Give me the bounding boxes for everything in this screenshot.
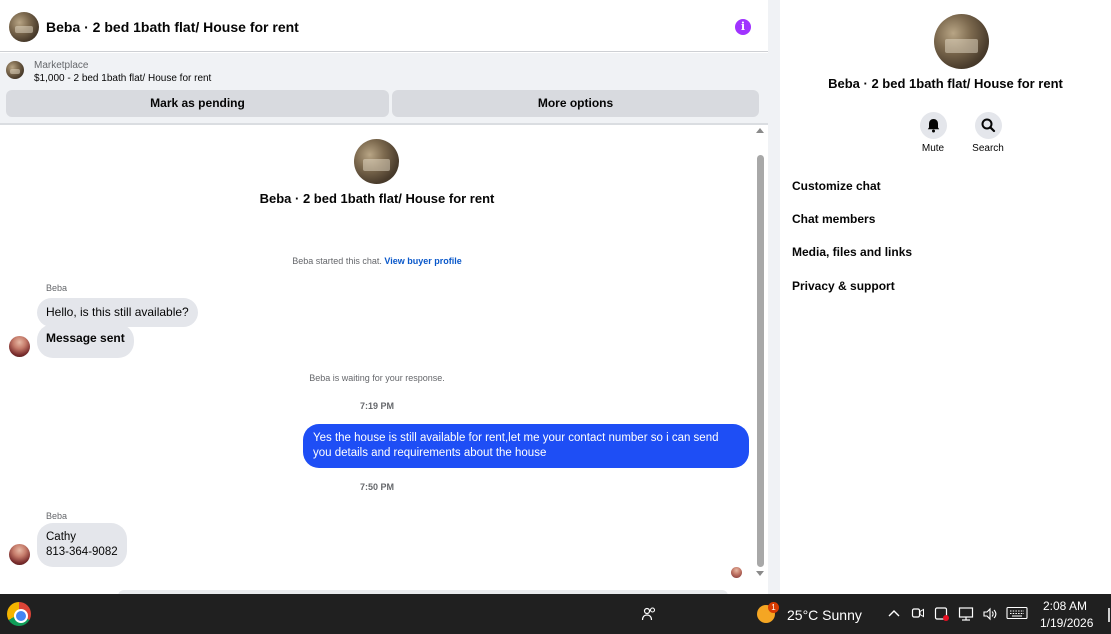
- incoming-message[interactable]: Cathy 813-364-9082: [37, 523, 127, 567]
- chevron-up-icon[interactable]: [887, 606, 901, 623]
- mark-pending-button[interactable]: Mark as pending: [6, 90, 389, 117]
- keyboard-icon[interactable]: [1006, 606, 1028, 623]
- scroll-down-arrow-icon[interactable]: [756, 571, 764, 576]
- sender-name: Beba: [46, 511, 68, 521]
- chat-started-notice: Beba started this chat. View buyer profi…: [0, 256, 754, 266]
- show-desktop-button[interactable]: [1108, 608, 1110, 622]
- panel-title: Beba · 2 bed 1bath flat/ House for rent: [828, 76, 1063, 91]
- more-options-button[interactable]: More options: [392, 90, 759, 117]
- meet-icon[interactable]: [911, 606, 925, 623]
- incoming-message[interactable]: Hello, is this still available?: [37, 298, 198, 327]
- menu-media-files-links[interactable]: Media, files and links: [792, 245, 912, 259]
- intro-title: Beba · 2 bed 1bath flat/ House for rent: [259, 191, 495, 206]
- listing-avatar[interactable]: [9, 12, 39, 42]
- message-line: Cathy: [46, 531, 77, 543]
- weather-badge: 1: [768, 602, 779, 613]
- message-sent-bubble[interactable]: Message sent: [37, 324, 134, 358]
- mute-button[interactable]: Mute: [903, 112, 963, 154]
- volume-icon[interactable]: [982, 606, 998, 625]
- messenger-window: Beba · 2 bed 1bath flat/ House for rent …: [0, 0, 1111, 596]
- marketplace-label: Marketplace: [34, 60, 89, 71]
- chat-started-text: Beba started this chat.: [292, 256, 382, 266]
- listing-summary[interactable]: $1,000 - 2 bed 1bath flat/ House for ren…: [34, 73, 211, 84]
- scrollbar-thumb[interactable]: [757, 155, 764, 567]
- listing-thumbnail[interactable]: [6, 61, 24, 79]
- network-icon[interactable]: [958, 606, 974, 625]
- outgoing-message[interactable]: Yes the house is still available for ren…: [303, 424, 749, 468]
- chat-header: Beba · 2 bed 1bath flat/ House for rent …: [0, 0, 768, 52]
- message-line: 813-364-9082: [46, 546, 118, 558]
- timestamp: 7:50 PM: [359, 482, 394, 492]
- defender-icon[interactable]: [934, 606, 950, 625]
- timestamp: 7:19 PM: [359, 401, 394, 411]
- read-receipt-avatar: [731, 567, 742, 578]
- scroll-up-arrow-icon[interactable]: [756, 128, 764, 133]
- chrome-icon[interactable]: [7, 602, 31, 626]
- sender-avatar[interactable]: [9, 544, 30, 565]
- taskbar: 1 25°C Sunny 2:08 AM 1/19/2026: [0, 594, 1111, 634]
- chat-details-panel: Beba · 2 bed 1bath flat/ House for rent …: [780, 0, 1111, 594]
- search-label: Search: [972, 143, 1004, 154]
- menu-privacy-support[interactable]: Privacy & support: [792, 279, 895, 293]
- search-button[interactable]: Search: [958, 112, 1018, 154]
- chat-column: Beba · 2 bed 1bath flat/ House for rent …: [0, 0, 768, 596]
- panel-avatar[interactable]: [934, 14, 989, 69]
- message-list[interactable]: Beba · 2 bed 1bath flat/ House for rent …: [0, 127, 768, 596]
- mute-label: Mute: [921, 143, 945, 154]
- sender-avatar[interactable]: [9, 336, 30, 357]
- search-icon: [974, 112, 1002, 139]
- clock-time[interactable]: 2:08 AM: [1043, 599, 1087, 613]
- bell-icon: [919, 112, 947, 139]
- menu-chat-members[interactable]: Chat members: [792, 212, 875, 226]
- clock-date[interactable]: 1/19/2026: [1040, 616, 1093, 630]
- waiting-notice: Beba is waiting for your response.: [309, 373, 445, 383]
- intro-avatar[interactable]: [354, 139, 399, 184]
- weather-text[interactable]: 25°C Sunny: [787, 607, 862, 623]
- chat-title[interactable]: Beba · 2 bed 1bath flat/ House for rent: [46, 19, 299, 35]
- view-buyer-profile-link[interactable]: View buyer profile: [384, 256, 461, 266]
- sender-name: Beba: [46, 283, 68, 293]
- menu-customize-chat[interactable]: Customize chat: [792, 179, 881, 193]
- marketplace-bar: Marketplace $1,000 - 2 bed 1bath flat/ H…: [0, 53, 768, 125]
- info-icon[interactable]: i: [735, 19, 751, 35]
- people-icon[interactable]: [641, 606, 657, 625]
